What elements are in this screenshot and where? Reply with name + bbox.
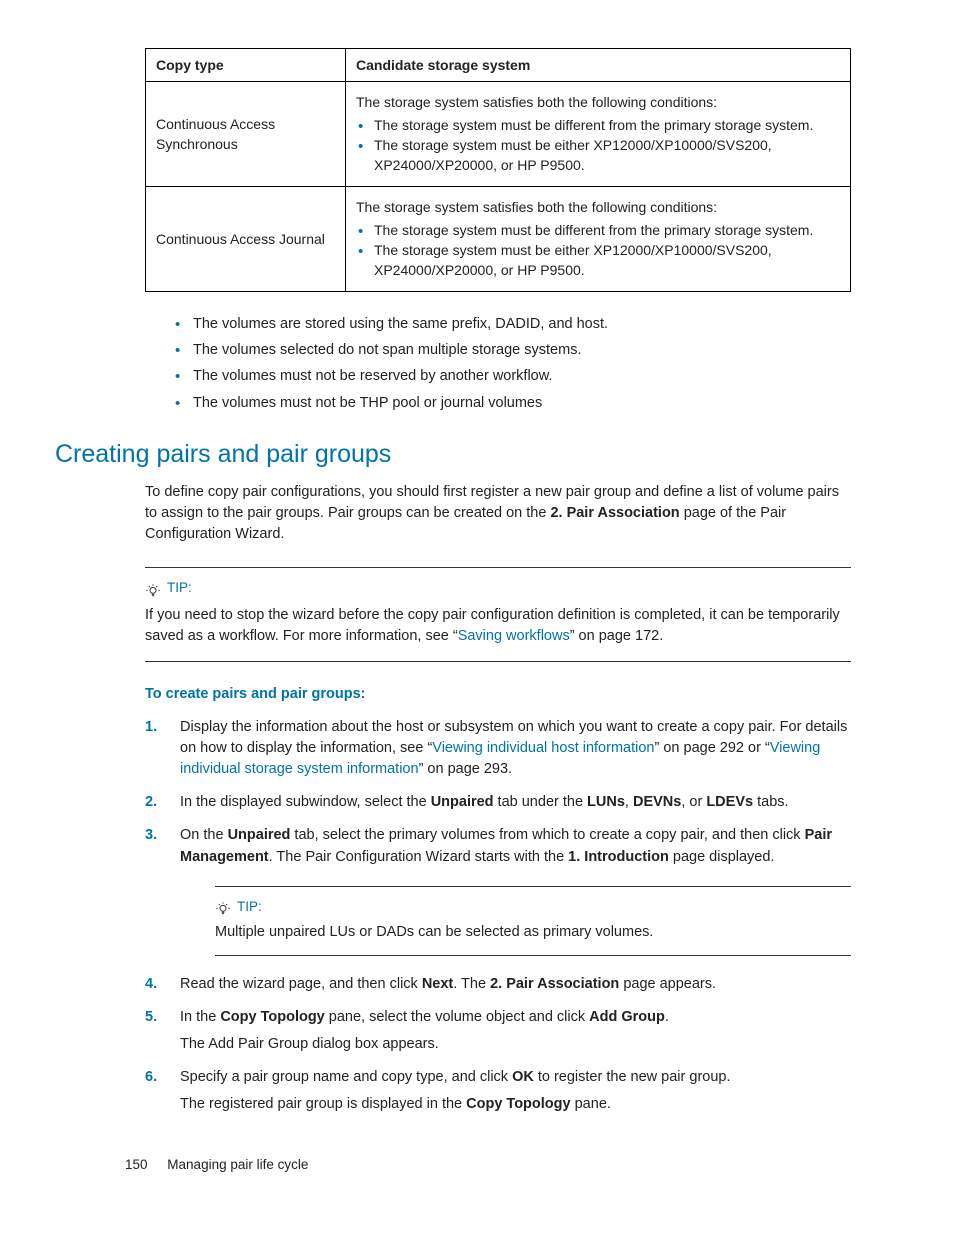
bold-text: DEVNs [633,794,681,810]
bold-text: 2. Pair Association [490,976,619,992]
table-row: Continuous Access Journal The storage sy… [146,187,851,292]
text: In the [180,1009,220,1025]
cell-copy-type: Continuous Access Journal [146,187,346,292]
bold-text: LUNs [587,794,625,810]
text: . [665,1009,669,1025]
page-content: Copy type Candidate storage system Conti… [145,48,851,1115]
cell-intro: The storage system satisfies both the fo… [356,92,840,112]
procedure-heading: To create pairs and pair groups: [145,684,851,705]
list-item: The storage system must be different fro… [356,221,840,241]
text: . The [453,976,490,992]
intro-paragraph: To define copy pair configurations, you … [145,482,851,545]
cell-candidate: The storage system satisfies both the fo… [346,187,851,292]
volume-conditions-list: The volumes are stored using the same pr… [175,314,851,413]
steps-list: Display the information about the host o… [145,717,851,1115]
step-2: In the displayed subwindow, select the U… [145,792,851,813]
text: , or [681,794,706,810]
text: to register the new pair group. [534,1069,731,1085]
chapter-title: Managing pair life cycle [167,1157,308,1172]
text: page displayed. [669,849,775,865]
text: In the displayed subwindow, select the [180,794,431,810]
text: ” on page 293. [419,761,513,777]
bold-text: Next [422,976,453,992]
tip-header: TIP: [215,897,851,923]
link-viewing-host[interactable]: Viewing individual host information [432,740,654,756]
bold-text: LDEVs [706,794,753,810]
text: . The Pair Configuration Wizard starts w… [269,849,569,865]
th-copy-type: Copy type [146,49,346,82]
tip-content: Multiple unpaired LUs or DADs can be sel… [215,922,851,943]
cell-list: The storage system must be different fro… [356,116,840,176]
bold-text: Copy Topology [220,1009,324,1025]
tip-header: TIP: [145,578,851,604]
list-item: The volumes are stored using the same pr… [175,314,851,335]
tip-block: TIP: If you need to stop the wizard befo… [145,567,851,663]
lightbulb-icon [145,583,161,599]
text: The registered pair group is displayed i… [180,1096,466,1112]
bold-text: Unpaired [431,794,494,810]
cell-candidate: The storage system satisfies both the fo… [346,82,851,187]
step-5: In the Copy Topology pane, select the vo… [145,1007,851,1055]
section-title: Creating pairs and pair groups [55,436,851,472]
page-footer: 150 Managing pair life cycle [125,1155,308,1175]
link-saving-workflows[interactable]: Saving workflows [458,628,570,644]
step-3: On the Unpaired tab, select the primary … [145,825,851,956]
table-header-row: Copy type Candidate storage system [146,49,851,82]
text: tabs. [753,794,788,810]
cell-list: The storage system must be different fro… [356,221,840,281]
text: ” on page 172. [570,628,664,644]
text: pane, select the volume object and click [325,1009,589,1025]
list-item: The volumes selected do not span multipl… [175,340,851,361]
list-item: The storage system must be either XP1200… [356,136,840,175]
list-item: The volumes must not be reserved by anot… [175,366,851,387]
tip-content: If you need to stop the wizard before th… [145,605,851,647]
th-candidate: Candidate storage system [346,49,851,82]
list-item: The storage system must be either XP1200… [356,241,840,280]
text: tab under the [494,794,588,810]
lightbulb-icon [215,901,231,917]
text: , [625,794,633,810]
text: Read the wizard page, and then click [180,976,422,992]
bold-text: OK [512,1069,534,1085]
table-row: Continuous Access Synchronous The storag… [146,82,851,187]
tip-block-inner: TIP: Multiple unpaired LUs or DADs can b… [215,886,851,957]
sub-text: The Add Pair Group dialog box appears. [180,1034,851,1055]
bold-text: 2. Pair Association [550,505,679,521]
text: On the [180,827,228,843]
bold-text: 1. Introduction [568,849,669,865]
bold-text: Unpaired [228,827,291,843]
text: Specify a pair group name and copy type,… [180,1069,512,1085]
tip-label: TIP: [237,897,262,917]
text: ” on page 292 or “ [654,740,769,756]
tip-label: TIP: [167,578,192,598]
page-number: 150 [125,1157,148,1172]
list-item: The storage system must be different fro… [356,116,840,136]
step-6: Specify a pair group name and copy type,… [145,1067,851,1115]
sub-text: The registered pair group is displayed i… [180,1094,851,1115]
bold-text: Copy Topology [466,1096,570,1112]
cell-copy-type: Continuous Access Synchronous [146,82,346,187]
list-item: The volumes must not be THP pool or jour… [175,393,851,414]
bold-text: Add Group [589,1009,665,1025]
text: pane. [571,1096,611,1112]
text: tab, select the primary volumes from whi… [290,827,804,843]
text: page appears. [619,976,716,992]
step-1: Display the information about the host o… [145,717,851,780]
copy-type-table: Copy type Candidate storage system Conti… [145,48,851,292]
step-4: Read the wizard page, and then click Nex… [145,974,851,995]
cell-intro: The storage system satisfies both the fo… [356,197,840,217]
